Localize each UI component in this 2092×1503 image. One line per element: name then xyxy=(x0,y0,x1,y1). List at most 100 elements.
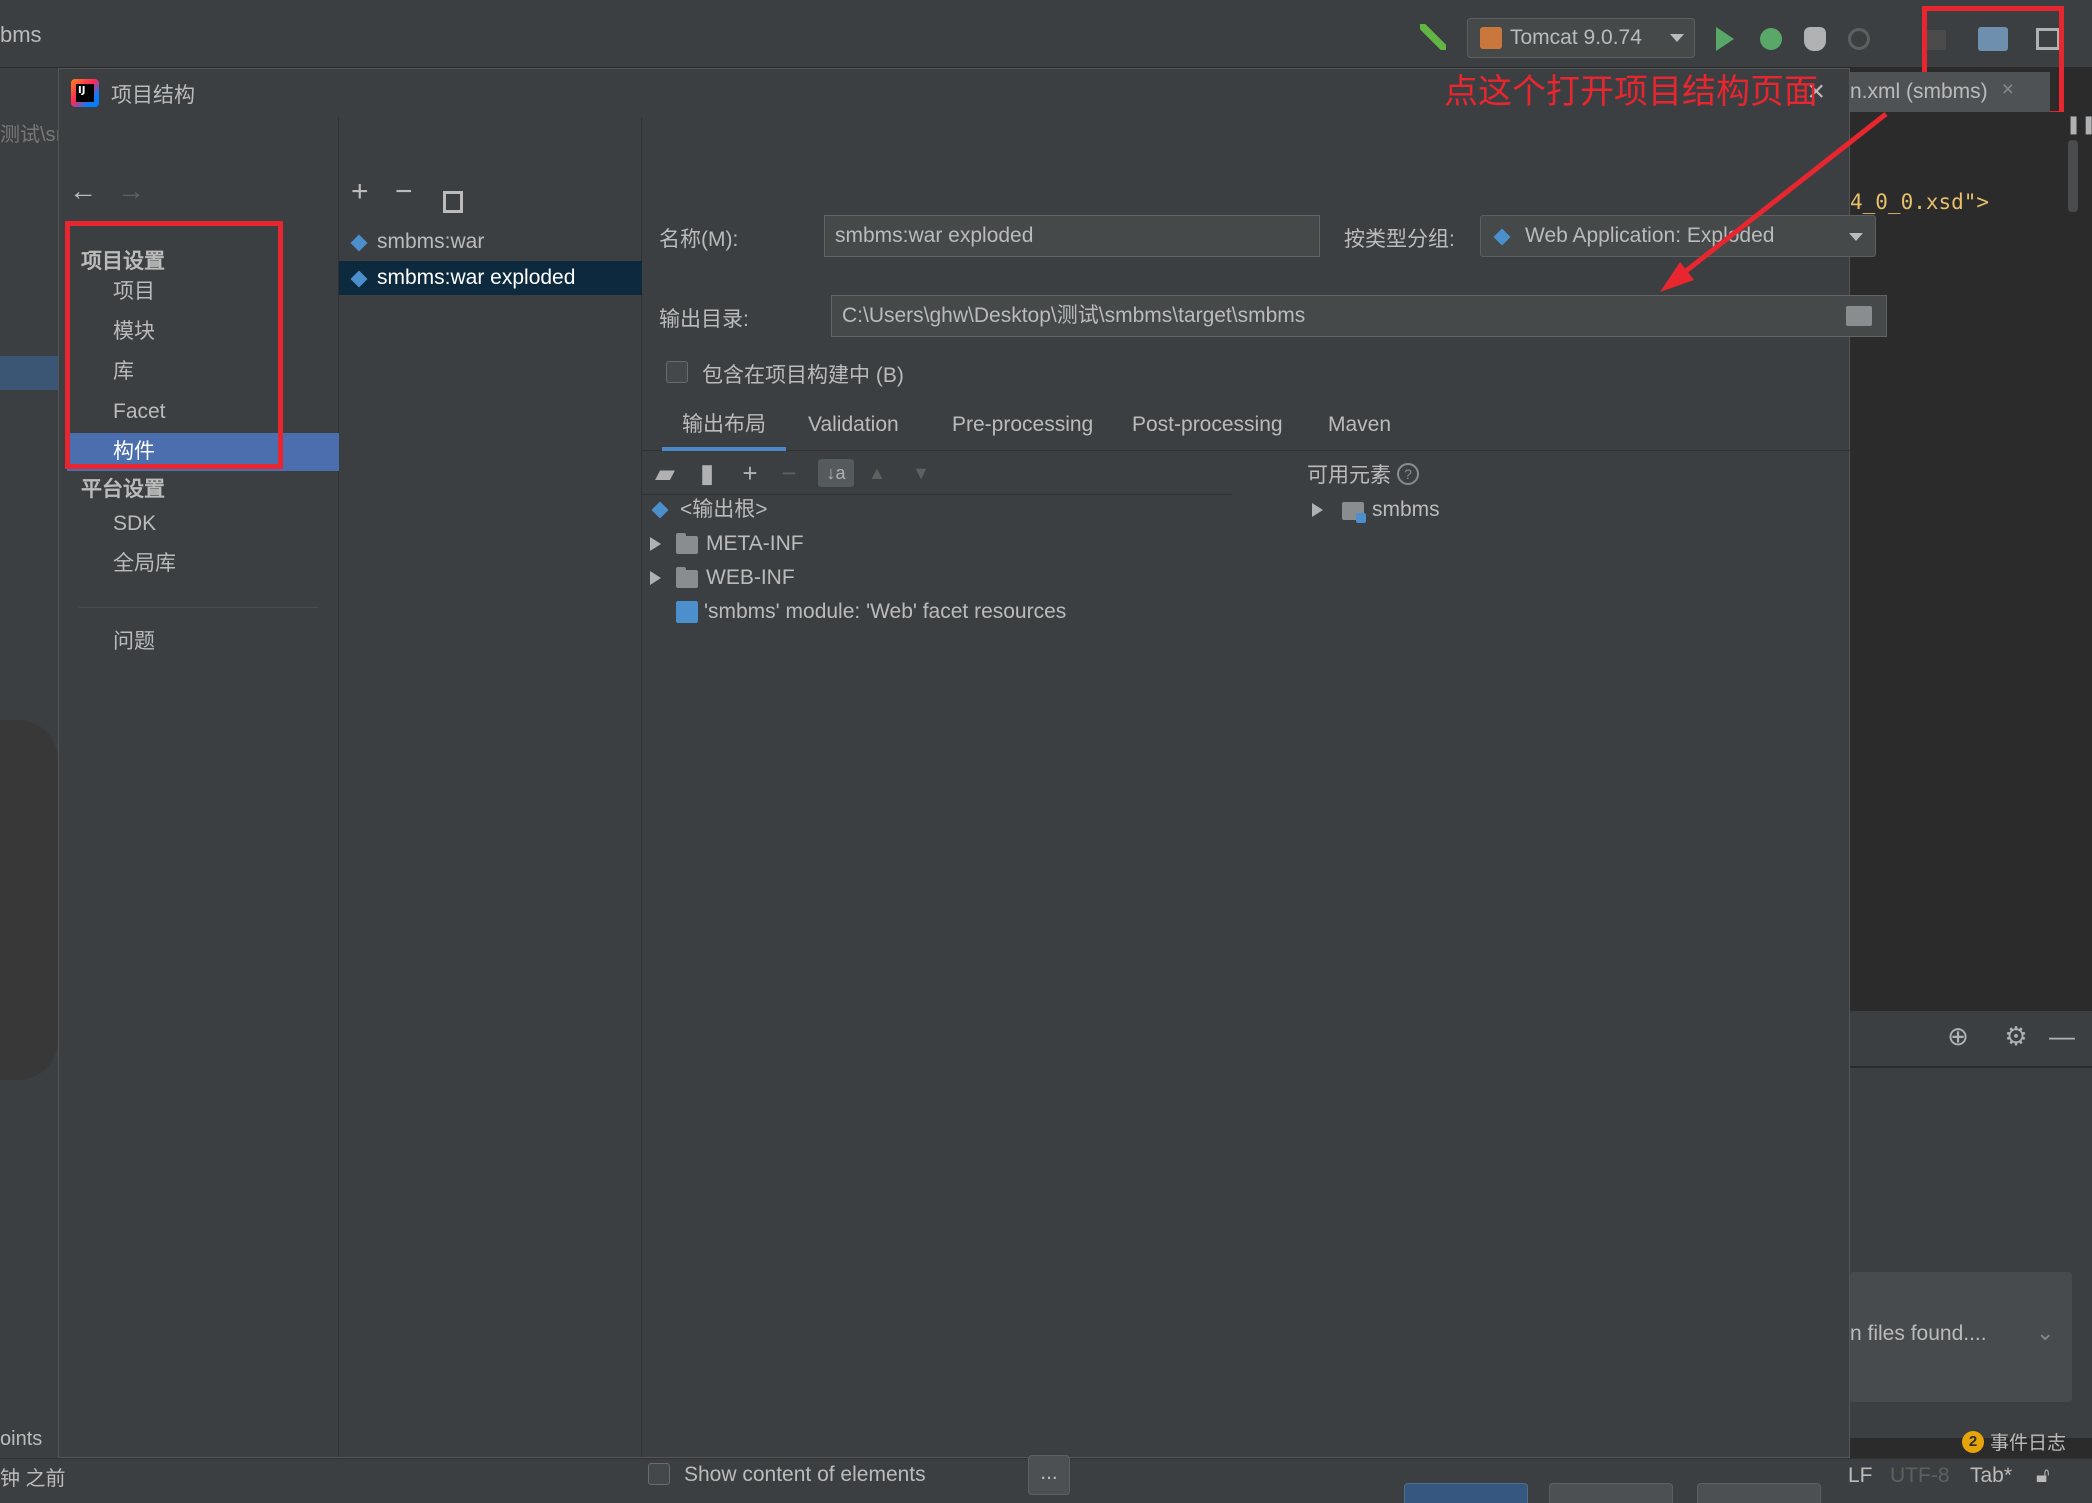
left-background-graphic xyxy=(0,720,58,1080)
project-structure-dialog: IJ 项目结构 × ← → 项目设置 项目 模块 库 Facet 构件 平台设置… xyxy=(58,68,1887,1503)
minimize-icon[interactable]: — xyxy=(2048,1022,2076,1050)
new-directory-icon[interactable]: ▰ xyxy=(652,459,678,487)
ide-title: bms xyxy=(0,22,42,47)
tab-post-processing[interactable]: Post-processing xyxy=(1112,405,1303,451)
expand-arrow-icon[interactable] xyxy=(1312,503,1323,517)
line-separator-status[interactable]: LF xyxy=(1848,1464,1873,1488)
tree-row-web-inf[interactable]: WEB-INF xyxy=(650,561,1050,595)
cancel-button[interactable] xyxy=(1549,1483,1673,1503)
tree-row-label: smbms xyxy=(1372,498,1440,521)
artifact-war-icon xyxy=(349,233,369,253)
help-icon[interactable]: ? xyxy=(1397,463,1419,485)
browse-folder-icon[interactable] xyxy=(1846,306,1872,326)
tab-maven[interactable]: Maven xyxy=(1308,405,1411,451)
event-log-label: 事件日志 xyxy=(1990,1433,2067,1454)
editor-tab[interactable]: n.xml (smbms) × xyxy=(1850,72,2050,112)
add-element-button[interactable]: + xyxy=(734,459,766,487)
debug-icon[interactable] xyxy=(1760,28,1782,50)
type-label: 按类型分组: xyxy=(1344,228,1455,251)
editor-tab-label: n.xml (smbms) xyxy=(1850,80,1988,103)
profile-icon[interactable] xyxy=(1848,28,1870,50)
left-path-fragment: 测试\sı xyxy=(0,124,62,146)
tree-row-label: <输出根> xyxy=(680,498,768,521)
tab-output-layout[interactable]: 输出布局 xyxy=(662,405,786,451)
folder-icon xyxy=(676,533,698,554)
chevron-down-icon xyxy=(1849,233,1863,241)
move-down-icon[interactable]: ▼ xyxy=(908,459,934,487)
run-icon[interactable] xyxy=(1716,27,1734,51)
output-dir-field[interactable]: C:\Users\ghw\Desktop\测试\smbms\target\smb… xyxy=(831,295,1887,337)
available-elements-label: 可用元素 xyxy=(1307,464,1391,487)
add-artifact-button[interactable]: + xyxy=(351,177,369,207)
show-content-checkbox[interactable] xyxy=(648,1463,670,1485)
ok-button[interactable] xyxy=(1404,1483,1528,1503)
tab-validation[interactable]: Validation xyxy=(788,405,919,451)
editor-scrollbar[interactable] xyxy=(2068,140,2078,212)
expand-arrow-icon[interactable] xyxy=(650,571,661,585)
show-content-label: Show content of elements xyxy=(684,1463,926,1486)
gear-icon[interactable]: ⚙ xyxy=(2002,1022,2030,1050)
available-elements-header: 可用元素 ? xyxy=(1307,459,1419,489)
web-application-icon xyxy=(1491,226,1513,248)
web-facet-icon xyxy=(676,601,698,623)
output-layout-toolbar: ▰ ▮ + − ↓a ▲ ▼ xyxy=(642,451,1232,495)
artifact-list-panel: + − smbms:war smbms:war exploded xyxy=(339,117,642,1457)
output-dir-value: C:\Users\ghw\Desktop\测试\smbms\target\smb… xyxy=(842,304,1306,327)
output-root-icon xyxy=(651,501,669,519)
notification-text: n files found.... xyxy=(1850,1322,1987,1345)
tree-row-label: 'smbms' module: 'Web' facet resources xyxy=(704,600,1067,623)
artifact-item[interactable]: smbms:war xyxy=(339,225,642,259)
event-log[interactable]: 2 事件日志 xyxy=(1962,1428,2066,1455)
annotation-text: 点这个打开项目结构页面 xyxy=(1444,72,1818,112)
show-content-options-button[interactable]: ... xyxy=(1028,1455,1070,1495)
sidebar-item-problems[interactable]: 问题 xyxy=(67,623,339,661)
available-item-smbms[interactable]: smbms xyxy=(1312,493,1512,527)
artifact-details: 名称(M): smbms:war exploded 按类型分组: Web App… xyxy=(642,117,1887,1495)
include-in-build-checkbox[interactable] xyxy=(666,361,688,383)
expand-arrow-icon[interactable] xyxy=(650,537,661,551)
tomcat-icon xyxy=(1480,27,1502,49)
back-arrow-icon[interactable]: ← xyxy=(69,175,97,207)
name-field[interactable]: smbms:war exploded xyxy=(824,215,1320,257)
run-configuration-label: Tomcat 9.0.74 xyxy=(1510,26,1642,49)
tree-row-facet-resources[interactable]: 'smbms' module: 'Web' facet resources xyxy=(650,595,1170,629)
lock-icon[interactable]: 🔓︎ xyxy=(2036,1464,2050,1488)
sort-alphabetically-icon[interactable]: ↓a xyxy=(818,459,854,487)
move-up-icon[interactable]: ▲ xyxy=(864,459,890,487)
artifact-type-value: Web Application: Exploded xyxy=(1525,224,1775,247)
crosshair-icon[interactable]: ⊕ xyxy=(1944,1022,1972,1050)
tree-row-output-root[interactable]: <输出根> xyxy=(650,493,1050,527)
indent-status[interactable]: Tab* xyxy=(1970,1464,2012,1488)
archive-icon[interactable]: ▮ xyxy=(696,459,718,487)
artifact-item-selected[interactable]: smbms:war exploded xyxy=(339,261,642,295)
event-count-badge: 2 xyxy=(1962,1430,1984,1453)
tree-row-meta-inf[interactable]: META-INF xyxy=(650,527,1050,561)
include-in-build-label: 包含在项目构建中 (B) xyxy=(702,364,904,387)
remove-element-button[interactable]: − xyxy=(776,459,802,487)
dialog-title: 项目结构 xyxy=(111,84,195,107)
remove-artifact-button[interactable]: − xyxy=(395,177,413,207)
sidebar-divider xyxy=(79,607,319,608)
module-folder-icon xyxy=(1342,502,1366,523)
encoding-status[interactable]: UTF-8 xyxy=(1890,1464,1950,1488)
pause-icon: ❚❚ xyxy=(2066,114,2092,134)
forward-arrow-icon[interactable]: → xyxy=(117,175,145,207)
settings-sidebar: ← → 项目设置 项目 模块 库 Facet 构件 平台设置 SDK 全局库 问… xyxy=(59,117,339,1457)
intellij-logo-icon: IJ xyxy=(71,79,99,107)
highlight-box-sidebar xyxy=(65,221,283,469)
close-icon[interactable]: × xyxy=(2002,78,2014,102)
run-configuration-selector[interactable]: Tomcat 9.0.74 xyxy=(1467,18,1695,58)
code-line: 4_0_0.xsd"> xyxy=(1850,190,1990,214)
apply-button[interactable] xyxy=(1697,1483,1821,1503)
copy-icon[interactable] xyxy=(443,191,463,213)
build-hammer-icon[interactable] xyxy=(1420,24,1446,50)
artifact-type-dropdown[interactable]: Web Application: Exploded xyxy=(1480,215,1876,257)
artifact-label: smbms:war xyxy=(377,230,485,253)
folder-icon xyxy=(676,567,698,588)
coverage-icon[interactable] xyxy=(1804,27,1826,51)
chevron-down-icon[interactable]: ⌄ xyxy=(2036,1320,2054,1346)
sidebar-item-sdk[interactable]: SDK xyxy=(67,505,339,543)
left-points-fragment: oints xyxy=(0,1428,43,1450)
sidebar-item-global-libraries[interactable]: 全局库 xyxy=(67,545,339,583)
tab-pre-processing[interactable]: Pre-processing xyxy=(932,405,1113,451)
